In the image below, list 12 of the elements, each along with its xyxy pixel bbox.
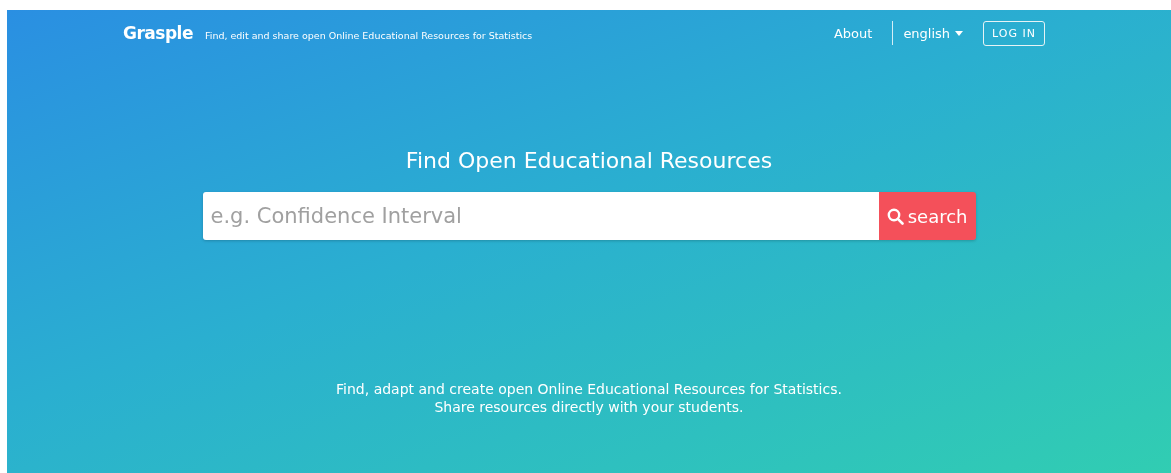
search-field[interactable]: e.g. Confidence Interval	[202, 192, 879, 240]
search-icon	[886, 207, 904, 225]
caret-icon	[955, 30, 964, 36]
tagline: Find, edit and share open Online Educational Resources for Statistics	[204, 30, 533, 41]
about-link[interactable]: About	[833, 25, 873, 41]
hero-title: Find Open Educational Resources	[405, 148, 773, 173]
description-text: Find, adapt and create open Online Educational Resources for Statistics.	[336, 380, 842, 398]
login-button[interactable]: LOG IN	[983, 20, 1045, 46]
language-dropdown[interactable]: english	[903, 25, 964, 41]
description-text: Share resources directly with your students.	[433, 398, 745, 416]
logo[interactable]: Grasple	[123, 23, 193, 43]
search-button[interactable]: search	[878, 192, 976, 240]
